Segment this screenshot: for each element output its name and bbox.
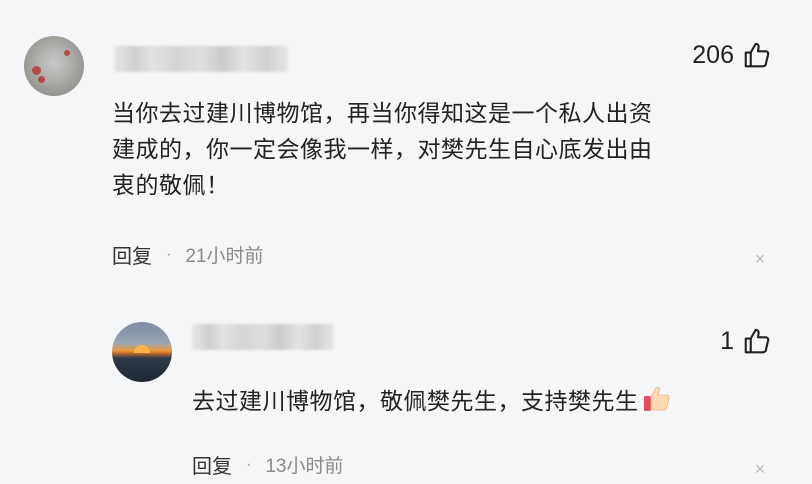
username-blurred[interactable] xyxy=(114,46,288,72)
like-count: 1 xyxy=(720,326,734,355)
thumb-up-outline-icon xyxy=(742,40,772,70)
reply-button[interactable]: 回复 xyxy=(112,240,152,269)
avatar[interactable] xyxy=(112,322,172,382)
comment-text-body: 去过建川博物馆，敬佩樊先生，支持樊先生 xyxy=(192,388,639,415)
timestamp: 13小时前 xyxy=(265,456,344,477)
meta-separator: · xyxy=(166,245,172,263)
avatar[interactable] xyxy=(24,36,84,96)
close-icon[interactable]: × xyxy=(753,250,767,268)
comment-meta: 回复 · 21小时前 xyxy=(112,240,263,269)
comment-text: 当你去过建川博物馆，再当你得知这是一个私人出资 建成的，你一定会像我一样，对樊先… xyxy=(112,95,772,203)
avatar-decoration xyxy=(64,50,70,56)
comment-text-line: 当你去过建川博物馆，再当你得知这是一个私人出资 xyxy=(112,100,653,126)
like-button[interactable]: 1 xyxy=(720,326,772,356)
comment-meta: 回复 · 13小时前 xyxy=(192,450,343,479)
avatar-decoration xyxy=(38,76,45,83)
thumbs-up-emoji-icon xyxy=(641,382,673,424)
timestamp: 21小时前 xyxy=(185,246,264,267)
like-count: 206 xyxy=(692,40,734,69)
like-button[interactable]: 206 xyxy=(692,40,772,70)
comment-text: 去过建川博物馆，敬佩樊先生，支持樊先生 xyxy=(192,382,772,424)
meta-separator: · xyxy=(246,455,252,473)
thumb-up-outline-icon xyxy=(742,326,772,356)
comment-text-line: 建成的，你一定会像我一样，对樊先生自心底发出由 xyxy=(112,136,653,162)
reply-button[interactable]: 回复 xyxy=(192,450,232,479)
avatar-sun xyxy=(134,345,150,353)
avatar-decoration xyxy=(32,66,41,75)
comment-text-line: 衷的敬佩！ xyxy=(112,172,230,198)
username-blurred[interactable] xyxy=(192,324,334,350)
close-icon[interactable]: × xyxy=(753,460,767,478)
